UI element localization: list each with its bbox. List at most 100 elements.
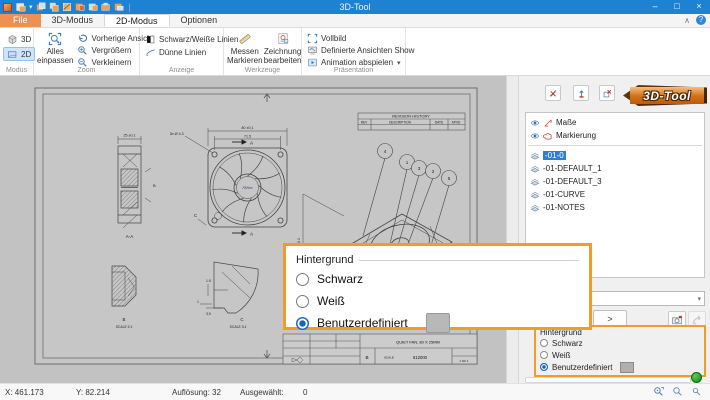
status-zoom-out-icon[interactable]	[691, 386, 702, 397]
custom-color-swatch[interactable]	[620, 362, 634, 373]
revision-title: REVISION HISTORY	[392, 114, 430, 119]
popup-radio-white[interactable]: Weiß	[296, 290, 579, 312]
qat-icon[interactable]	[49, 2, 59, 12]
fit-all-button[interactable]: Alles einpassen	[37, 30, 73, 65]
fullscreen-button[interactable]: Vollbild	[305, 33, 416, 44]
app-window: ▾ | 3D-Tool – □ × File 3D-Modus 2D-Modus…	[0, 0, 710, 400]
views-show-icon	[307, 45, 318, 56]
qat-icon[interactable]	[36, 2, 46, 12]
group-label-werkzeuge: Werkzeuge	[224, 67, 301, 74]
group-label-anzeige: Anzeige	[140, 67, 223, 74]
layer-row-markierung[interactable]: Markierung	[526, 129, 704, 142]
brand-logo-text: 3D-Tool	[643, 89, 691, 103]
qat-icon[interactable]	[88, 2, 98, 12]
group-label-praesentation: Präsentation	[302, 67, 405, 74]
tab-3d-modus[interactable]: 3D-Modus	[41, 14, 105, 27]
qat-icon[interactable]	[62, 2, 72, 12]
dim-detail-c-3: 3.5	[206, 312, 211, 316]
qat-dropdown-icon[interactable]: ▾	[29, 3, 33, 11]
play-animation-dropdown-icon[interactable]: ▾	[397, 59, 401, 67]
dim-detail-c-2: 1	[197, 300, 199, 304]
minimize-button[interactable]: –	[644, 0, 666, 14]
eye-icon[interactable]	[530, 118, 540, 128]
delete-marking-button[interactable]	[599, 85, 615, 101]
dim-hole-spacing: 71.5	[244, 135, 251, 139]
measure-mark-button[interactable]: Messen Markieren	[227, 30, 263, 65]
tree-item[interactable]: -01-DEFAULT_1	[526, 162, 704, 175]
layer-icon	[530, 177, 540, 187]
layer-row-masse[interactable]: Maße	[526, 116, 704, 129]
delete-dimensions-icon	[548, 88, 559, 99]
qat-open-icon[interactable]	[16, 2, 26, 12]
tree-item[interactable]: -01-CURVE	[526, 188, 704, 201]
popup-title: Hintergrund	[296, 254, 359, 266]
tab-file[interactable]: File	[0, 14, 41, 27]
black-white-lines-icon	[145, 34, 156, 45]
qat-icon[interactable]	[75, 2, 85, 12]
tab-optionen[interactable]: Optionen	[170, 14, 229, 27]
balloon: 5	[448, 176, 451, 181]
combo-caret-icon: ▾	[697, 295, 701, 303]
mode-2d-button[interactable]: 2D	[3, 47, 35, 61]
dimension-tool-button[interactable]	[573, 85, 589, 101]
custom-color-swatch[interactable]	[426, 313, 450, 333]
radio-black[interactable]: Schwarz	[540, 337, 700, 349]
qat-icon[interactable]	[114, 2, 124, 12]
collapse-ribbon-icon[interactable]: ∧	[684, 16, 690, 25]
revision-col-rev: REV	[361, 121, 368, 125]
radio-icon[interactable]	[296, 295, 309, 308]
layer-icon	[530, 190, 540, 200]
popup-radio-black[interactable]: Schwarz	[296, 268, 579, 290]
thin-lines-icon	[145, 47, 156, 58]
mode-3d-button[interactable]: 3D	[3, 32, 35, 46]
status-resolution: Auflösung: 32	[172, 388, 221, 397]
quick-access-toolbar: ▾ |	[16, 2, 131, 12]
group-werkzeuge: Messen Markieren Zeichnung bearbeiten We…	[224, 28, 302, 75]
group-zoom: Alles einpassen Vorherige Ansicht Vergrö…	[34, 28, 140, 75]
plane-icon	[7, 49, 18, 60]
maximize-button[interactable]: □	[666, 0, 688, 14]
layer-icon	[530, 203, 540, 213]
panel-splitter[interactable]: ◂	[506, 76, 519, 383]
tree-item[interactable]: -01-DEFAULT_3	[526, 175, 704, 188]
ruler-icon	[236, 32, 254, 46]
tree-item[interactable]: -01-NOTES	[526, 201, 704, 214]
drawing-canvas[interactable]: REVISION HISTORY REV DESCRIPTION DATE AP…	[0, 76, 506, 383]
qat-icon[interactable]	[101, 2, 111, 12]
status-x-coordinate: X: 461.173	[5, 388, 44, 397]
eye-icon[interactable]	[530, 131, 540, 141]
defined-views-show-button[interactable]: Definierte Ansichten Show	[305, 45, 416, 56]
qat-separator: |	[129, 2, 131, 12]
tree-item[interactable]: -01-0	[526, 149, 704, 162]
group-modus: 3D 2D Modus	[0, 28, 34, 75]
radio-selected-icon[interactable]	[296, 317, 309, 330]
label-detail-c-scale: SCALE 3:1	[230, 325, 247, 329]
zoom-fit-icon	[46, 32, 64, 46]
dimensions-icon	[543, 118, 553, 128]
group-anzeige: Schwarz/Weiße Linien Dünne Linien Anzeig…	[140, 28, 224, 75]
label-detail-b: B	[123, 317, 126, 322]
radio-custom[interactable]: Benutzerdefiniert	[540, 361, 700, 373]
tab-2d-modus[interactable]: 2D-Modus	[104, 14, 170, 27]
edit-drawing-button[interactable]: Zeichnung bearbeiten	[265, 30, 301, 65]
layer-icon	[530, 151, 540, 161]
radio-white[interactable]: Weiß	[540, 349, 700, 361]
status-zoom-in-icon[interactable]	[672, 386, 683, 397]
svg-text:B: B	[153, 183, 156, 188]
dim-detail-c-1: 1.5	[206, 279, 211, 283]
ribbon-tab-bar: File 3D-Modus 2D-Modus Optionen ∧ ?	[0, 14, 710, 28]
radio-icon[interactable]	[540, 339, 548, 347]
group-praesentation: Vollbild Definierte Ansichten Show Anima…	[302, 28, 406, 75]
cube-icon	[7, 34, 18, 45]
status-zoom-fit-icon[interactable]	[653, 386, 664, 397]
popup-radio-custom[interactable]: Benutzerdefiniert	[296, 312, 579, 334]
radio-icon[interactable]	[540, 351, 548, 359]
radio-icon[interactable]	[296, 273, 309, 286]
hide-dimensions-button[interactable]	[545, 85, 561, 101]
radio-selected-icon[interactable]	[540, 363, 548, 371]
tree-separator	[528, 145, 702, 146]
help-icon[interactable]: ?	[696, 15, 706, 25]
titleblock-size: B	[365, 355, 368, 360]
close-button[interactable]: ×	[688, 0, 710, 14]
label-detail-b-scale: SCALE 2:1	[116, 325, 133, 329]
